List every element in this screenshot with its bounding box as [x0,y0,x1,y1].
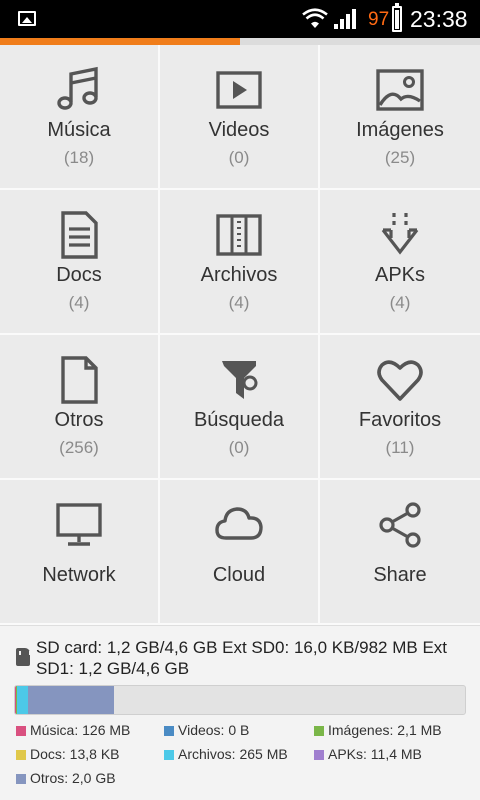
category-label: Otros [54,409,104,431]
legend-label: Otros: 2,0 GB [30,770,116,786]
category-label: Música [47,119,111,141]
status-bar: 97 23:38 [0,0,480,38]
category-label: Videos [208,119,270,141]
category-label: APKs [374,264,426,286]
category-network[interactable]: Network [0,480,160,625]
category-count: (11) [385,438,415,457]
apk-download-icon [375,210,425,260]
legend-item: Videos: 0 B [164,722,249,738]
clock: 23:38 [410,6,468,32]
music-note-icon [54,65,104,115]
legend-swatch [16,750,26,760]
legend-label: Docs: 13,8 KB [30,746,120,762]
legend-swatch [314,726,324,736]
legend-swatch [16,726,26,736]
usage-segment [28,686,114,714]
legend-label: APKs: 11,4 MB [328,746,422,762]
storage-usage-bar [14,685,466,715]
category-apks[interactable]: APKs (4) [320,190,480,335]
legend-label: Videos: 0 B [178,722,250,738]
legend-item: APKs: 11,4 MB [314,746,422,762]
category-label: Imágenes [356,119,444,141]
legend-swatch [314,750,324,760]
category-count: (256) [59,438,99,457]
category-count: (18) [63,148,95,167]
blank-file-icon [54,355,104,405]
category-label: Share [373,564,427,586]
legend-swatch [164,750,174,760]
legend-item: Otros: 2,0 GB [16,770,116,786]
category-music[interactable]: Música (18) [0,45,160,190]
legend-label: Música: 126 MB [30,722,131,738]
picture-notification-icon [18,11,36,26]
wifi-icon [302,8,328,28]
cloud-icon [214,500,264,550]
category-count: (25) [384,148,416,167]
category-others[interactable]: Otros (256) [0,335,160,480]
category-favorites[interactable]: Favoritos (11) [320,335,480,480]
category-count: (4) [389,293,411,312]
archive-icon [214,210,264,260]
category-label: Docs [56,264,102,286]
category-archives[interactable]: Archivos (4) [160,190,320,335]
video-play-icon [214,65,264,115]
category-label: Network [42,564,116,586]
category-grid: Música (18) Videos (0) Imágenes (25) Doc… [0,45,480,625]
category-label: Favoritos [358,409,442,431]
category-count: (0) [228,148,250,167]
category-videos[interactable]: Videos (0) [160,45,320,190]
battery-icon [392,3,402,32]
category-search[interactable]: Búsqueda (0) [160,335,320,480]
monitor-icon [54,500,104,550]
category-docs[interactable]: Docs (4) [0,190,160,335]
signal-icon [334,9,356,29]
share-icon [375,500,425,550]
sd-card-icon [16,648,31,666]
image-icon [375,65,425,115]
document-icon [54,210,104,260]
category-cloud[interactable]: Cloud [160,480,320,625]
legend-label: Imágenes: 2,1 MB [328,722,442,738]
category-count: (4) [228,293,250,312]
category-label: Archivos [200,264,278,286]
legend-item: Docs: 13,8 KB [16,746,120,762]
category-label: Cloud [212,564,266,586]
heart-icon [375,355,425,405]
category-count: (4) [68,293,90,312]
storage-panel: SD card: 1,2 GB/4,6 GB Ext SD0: 16,0 KB/… [0,625,480,800]
storage-summary: SD card: 1,2 GB/4,6 GB Ext SD0: 16,0 KB/… [36,638,448,678]
battery-percent: 97 [368,9,390,30]
scan-progress-bar [0,38,480,45]
legend-swatch [16,774,26,784]
legend-label: Archivos: 265 MB [178,746,288,762]
category-images[interactable]: Imágenes (25) [320,45,480,190]
search-funnel-icon [214,355,264,405]
category-label: Búsqueda [193,409,285,431]
scan-progress-fill [0,38,240,45]
legend-item: Archivos: 265 MB [164,746,288,762]
legend-item: Imágenes: 2,1 MB [314,722,442,738]
legend-item: Música: 126 MB [16,722,130,738]
usage-segment [16,686,29,714]
category-share[interactable]: Share [320,480,480,625]
category-count: (0) [228,438,250,457]
legend-swatch [164,726,174,736]
